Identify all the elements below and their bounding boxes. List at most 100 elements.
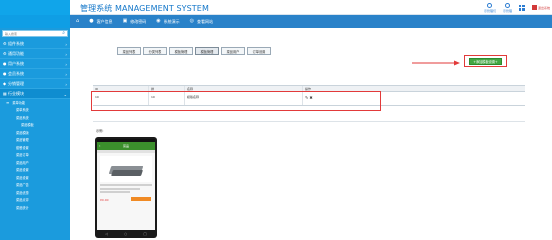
nav-system-demo-label: 系统演示 [163, 18, 180, 24]
phone-title: 菜品 [122, 144, 129, 148]
device-shape [111, 170, 143, 176]
tab-category-list[interactable]: 分类列表 [143, 47, 167, 55]
logo-area [0, 0, 70, 15]
nav-view-site-label: 查看网站 [197, 18, 214, 24]
product-info [100, 184, 152, 196]
top-nav-items: ⌂ ● 客户信息 ▣ 修改密码 ◉ 系统演示 ◎ 查看网站 [76, 15, 213, 28]
sidebar-subitem[interactable]: 菜品模板 [0, 121, 70, 129]
sidebar-item-general[interactable]: ⚙ 通用功能 › [0, 49, 70, 59]
exit-label: 退出系统 [537, 5, 550, 10]
tab-bar: 菜品列表 分类列表 模板管理 模板管理 菜品用户 订单设置 [117, 47, 271, 55]
header-user-label: 示管理们 [483, 8, 496, 13]
product-image [100, 156, 152, 182]
preview-label: 示例: [96, 129, 104, 133]
buy-button [131, 197, 151, 201]
sidebar-subitem[interactable]: 菜品广告 [0, 181, 70, 189]
tab-dish-list[interactable]: 菜品列表 [117, 47, 141, 55]
divider [93, 121, 525, 122]
sidebar-sublist: 菜单系统 菜品系统 菜品模板 菜品模版 菜品管理 套餐设置 菜品订单 菜品用户 … [0, 106, 70, 211]
sidebar-subitem[interactable]: 套餐设置 [0, 144, 70, 152]
search-box: ⌕ [2, 30, 68, 37]
top-nav-spacer [0, 15, 70, 28]
bell-icon [504, 2, 510, 8]
sidebar-item-users[interactable]: ● 用户系统 › [0, 59, 70, 69]
row-highlight-box [91, 91, 381, 111]
sidebar-item-label: 组件系统 [8, 40, 24, 46]
sidebar-item-label: 通用功能 [8, 50, 24, 56]
header-bell-label: 示管理 [502, 8, 512, 13]
phone-subbar [97, 150, 155, 153]
sidebar-subitem[interactable]: 菜品用户 [0, 159, 70, 167]
sidebar-item-members[interactable]: ● 会员系统 › [0, 69, 70, 79]
lock-icon: ▣ [122, 18, 128, 24]
phone-top-bar: ‹ 菜品 [97, 142, 155, 150]
menu-icon: ≡ [6, 100, 10, 105]
globe-icon: ◉ [156, 18, 161, 24]
nav-home[interactable]: ⌂ [76, 19, 79, 24]
app-window: 管理系统 MANAGEMENT SYSTEM 示管理们 示管理 退出系统 ⌂ ●… [0, 0, 552, 240]
sidebar-subitem[interactable]: 菜品设置 [0, 174, 70, 182]
header-user-button[interactable]: 示管理们 [483, 2, 496, 13]
sidebar-item-components[interactable]: ⚙ 组件系统 › [0, 39, 70, 49]
eye-icon: ◎ [189, 18, 195, 24]
sidebar-subitem[interactable]: 菜品模版 [0, 129, 70, 137]
header-bell-button[interactable]: 示管理 [502, 2, 512, 13]
sidebar-subitem[interactable]: 菜品管理 [0, 136, 70, 144]
person-icon: ● [89, 18, 94, 24]
text-line [100, 184, 152, 186]
add-template-button[interactable]: +添加模板设置+ [469, 58, 502, 65]
chevron-right-icon: › [65, 82, 67, 87]
tab-dish-users[interactable]: 菜品用户 [221, 47, 245, 55]
sidebar-subitem[interactable]: 菜品设置 [0, 166, 70, 174]
sidebar-item-label: 行业模块 [8, 90, 24, 96]
arrow-annotation [412, 60, 460, 66]
phone-nav: ◁ ○ □ [97, 231, 155, 236]
nav-change-password-label: 修改密码 [130, 18, 147, 24]
nav-view-site[interactable]: ◎ 查看网站 [190, 19, 213, 25]
chevron-right-icon: › [65, 72, 67, 77]
search-icon[interactable]: ⌕ [62, 31, 65, 36]
chevron-right-icon: › [65, 52, 67, 57]
nav-customer-info[interactable]: ● 客户信息 [89, 19, 112, 25]
phone-screen: ¥0.00 [97, 150, 155, 230]
chevron-right-icon: › [65, 62, 67, 67]
nav-change-password[interactable]: ▣ 修改密码 [123, 19, 147, 25]
top-nav: ⌂ ● 客户信息 ▣ 修改密码 ◉ 系统演示 ◎ 查看网站 [0, 15, 552, 28]
sidebar-subitem[interactable]: 菜品优惠 [0, 189, 70, 197]
header-tools: 示管理们 示管理 退出系统 [484, 1, 550, 14]
nav-system-demo[interactable]: ◉ 系统演示 [156, 19, 179, 25]
sidebar-subitem[interactable]: 菜品系统 [0, 114, 70, 122]
sidebar-subheader[interactable]: ≡ 菜单功能 [0, 99, 70, 106]
phone-preview: ‹ 菜品 ¥0.00 ◁ ○ □ [95, 137, 157, 238]
sidebar-subitem[interactable]: 菜品订单 [0, 151, 70, 159]
sidebar-item-industry[interactable]: ▦ 行业模块 ⌄ [0, 89, 70, 99]
product-price: ¥0.00 [100, 198, 109, 202]
sidebar-subheader-label: 菜单功能 [12, 101, 26, 105]
sidebar-subitem[interactable]: 菜品统计 [0, 204, 70, 212]
tab-template-manage[interactable]: 模板管理 [169, 47, 193, 55]
user-icon [487, 2, 493, 8]
header: 管理系统 MANAGEMENT SYSTEM 示管理们 示管理 退出系统 [0, 0, 552, 15]
exit-button[interactable]: 退出系统 [531, 5, 550, 10]
text-line [100, 191, 130, 193]
back-arrow-icon: ◁ [105, 231, 108, 236]
add-button-highlight: +添加模板设置+ [464, 55, 507, 67]
text-line [100, 187, 140, 190]
search-input[interactable] [5, 31, 59, 36]
nav-customer-info-label: 客户信息 [96, 18, 113, 24]
sidebar: ⌕ ⚙ 组件系统 › ⚙ 通用功能 › ● 用户系统 › ● 会员系统 › [0, 28, 70, 240]
tab-order-settings[interactable]: 订单设置 [247, 47, 271, 55]
sidebar-item-distribution[interactable]: ◆ 分销管理 › [0, 79, 70, 89]
sidebar-subitem[interactable]: 菜品点评 [0, 196, 70, 204]
sidebar-item-label: 用户系统 [8, 60, 24, 66]
sidebar-menu: ⚙ 组件系统 › ⚙ 通用功能 › ● 用户系统 › ● 会员系统 › ◆ 分销 [0, 39, 70, 211]
sidebar-subitem[interactable]: 菜单系统 [0, 106, 70, 114]
home-icon: ⌂ [76, 18, 80, 24]
tab-template-manage-active[interactable]: 模板管理 [195, 47, 219, 55]
exit-icon [531, 5, 537, 10]
grid-icon[interactable] [518, 4, 525, 11]
sidebar-item-label: 分销管理 [8, 80, 24, 86]
chevron-right-icon: › [65, 42, 67, 47]
home-circle-icon: ○ [124, 231, 128, 236]
page-title: 管理系统 MANAGEMENT SYSTEM [80, 4, 209, 13]
